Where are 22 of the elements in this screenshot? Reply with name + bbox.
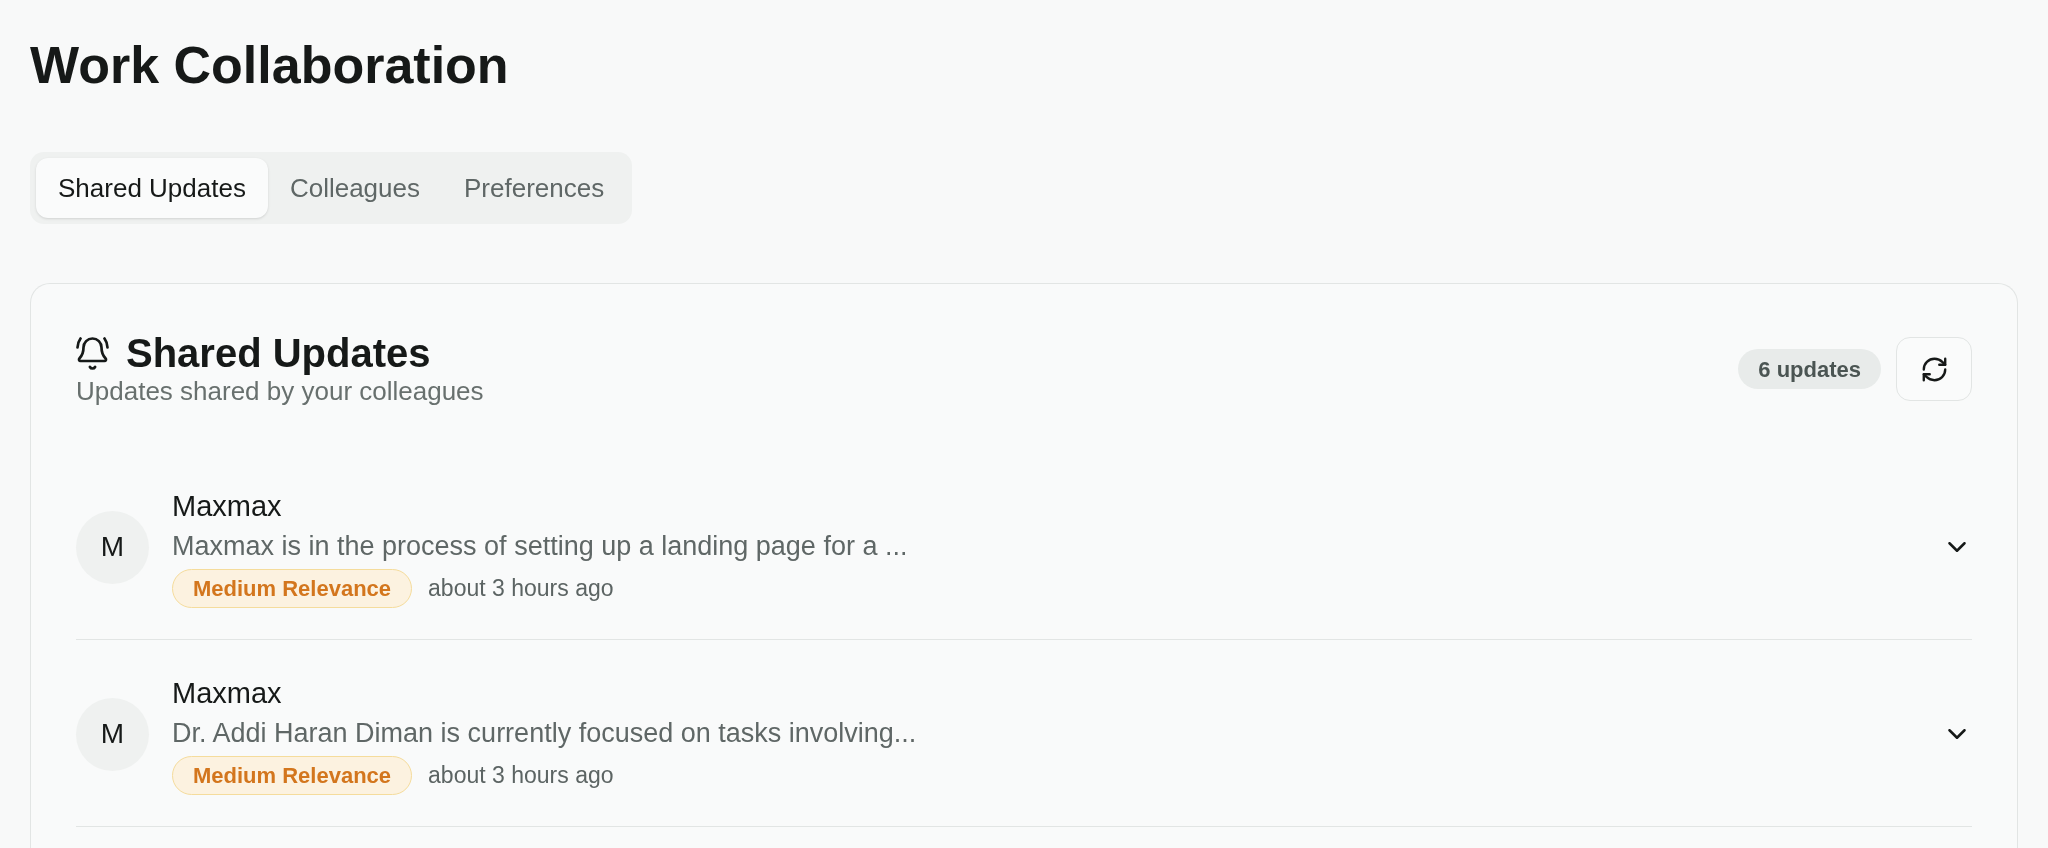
- tab[interactable]: Colleagues: [267, 158, 442, 218]
- relevance-tag: Medium Relevance: [172, 569, 413, 608]
- refresh-icon: [1921, 356, 1947, 382]
- update-summary: Maxmax is in the process of setting up a landing page for a ...: [172, 530, 908, 563]
- update-summary: Dr. Addi Haran Diman is currently focused on tasks involving...: [172, 717, 917, 750]
- author-name: Maxmax: [172, 676, 282, 711]
- tab[interactable]: Shared Updates: [36, 158, 268, 218]
- refresh-button[interactable]: [1896, 337, 1972, 401]
- chevron-down-icon[interactable]: [1948, 542, 1966, 552]
- relevance-tag: Medium Relevance: [172, 756, 413, 795]
- chevron-down-icon[interactable]: [1948, 729, 1966, 739]
- timestamp: about 3 hours ago: [428, 574, 614, 604]
- author-name: Maxmax: [172, 489, 282, 524]
- bell-icon: [76, 336, 109, 370]
- avatar: M: [76, 697, 149, 771]
- avatar: M: [76, 510, 149, 584]
- tab[interactable]: Preferences: [442, 158, 627, 218]
- panel-subtitle: Updates shared by your colleagues: [76, 375, 484, 407]
- update-count: 6 updates: [1738, 349, 1881, 389]
- page-title: Work Collaboration: [30, 35, 509, 95]
- timestamp: about 3 hours ago: [428, 761, 614, 791]
- panel-title: Shared Updates: [126, 331, 431, 375]
